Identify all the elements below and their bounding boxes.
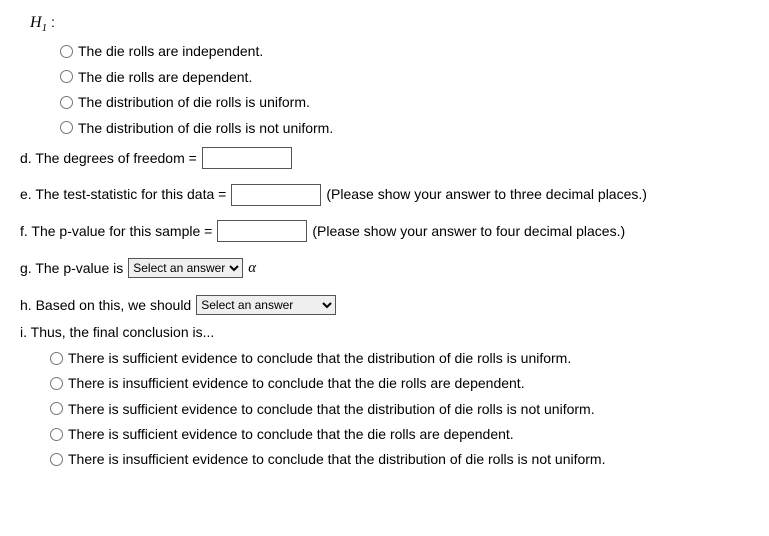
e-hint: (Please show your answer to three decima… [326,183,647,205]
e-input[interactable] [231,184,321,206]
h1-option-0[interactable] [60,45,73,58]
g-select[interactable]: Select an answer [128,258,243,278]
f-input[interactable] [217,220,307,242]
f-hint: (Please show your answer to four decimal… [312,220,625,242]
i-option-4-label: There is insufficient evidence to conclu… [68,448,605,470]
i-option-0[interactable] [50,352,63,365]
h-select[interactable]: Select an answer [196,295,336,315]
h1-option-3[interactable] [60,121,73,134]
h1-option-0-label: The die rolls are independent. [78,40,263,62]
e-label: e. The test-statistic for this data = [20,183,226,205]
i-option-4[interactable] [50,453,63,466]
h-label: h. Based on this, we should [20,294,191,316]
d-input[interactable] [202,147,292,169]
h1-option-1-label: The die rolls are dependent. [78,66,252,88]
h1-option-2-label: The distribution of die rolls is uniform… [78,91,310,113]
h1-option-2[interactable] [60,96,73,109]
h1-option-1[interactable] [60,70,73,83]
i-option-1-label: There is insufficient evidence to conclu… [68,372,525,394]
alpha-symbol: α [248,256,256,280]
i-option-1[interactable] [50,377,63,390]
i-option-0-label: There is sufficient evidence to conclude… [68,347,571,369]
d-label: d. The degrees of freedom = [20,147,197,169]
f-label: f. The p-value for this sample = [20,220,212,242]
h1-option-3-label: The distribution of die rolls is not uni… [78,117,333,139]
i-option-2-label: There is sufficient evidence to conclude… [68,398,595,420]
g-label: g. The p-value is [20,257,123,279]
i-option-3-label: There is sufficient evidence to conclude… [68,423,514,445]
i-option-2[interactable] [50,402,63,415]
h1-label: H1 : [30,10,749,37]
i-option-3[interactable] [50,428,63,441]
i-label: i. Thus, the final conclusion is... [20,324,214,340]
